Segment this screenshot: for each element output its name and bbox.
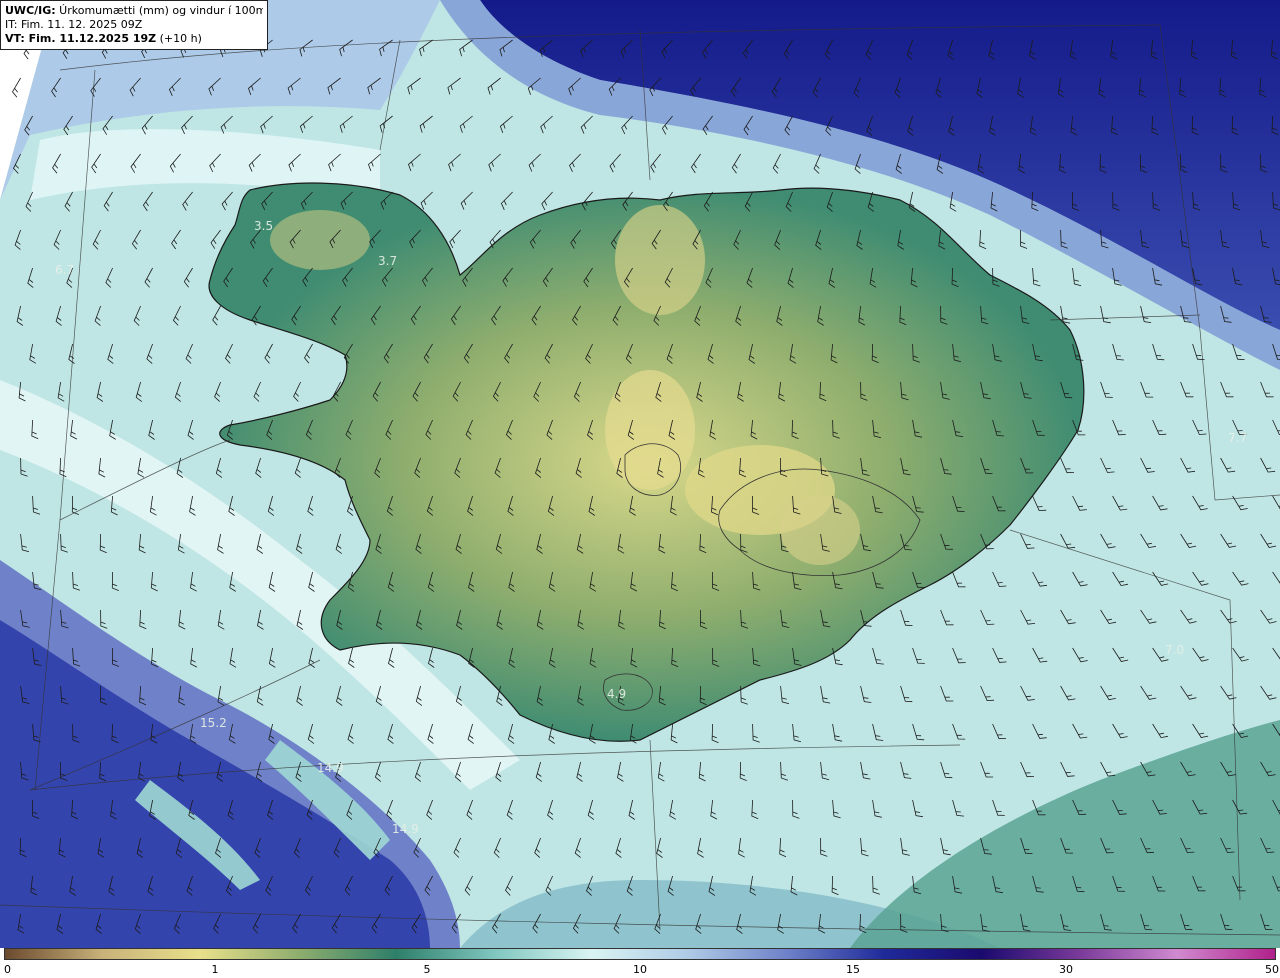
initial-time: IT: Fim. 11. 12. 2025 09Z bbox=[5, 18, 143, 31]
colorbar-label: 30 bbox=[1059, 963, 1073, 976]
value-label: 14.9 bbox=[317, 761, 344, 775]
colorbar: 0 1 5 10 15 30 50 bbox=[0, 948, 1280, 978]
value-label: 3.5 bbox=[254, 219, 273, 233]
highland-yellow-3 bbox=[615, 205, 705, 315]
value-label: 6.7 bbox=[55, 263, 74, 277]
value-label: 7.7 bbox=[1228, 431, 1247, 445]
map-title: UWC/IG: Úrkomumætti (mm) og vindur í 100… bbox=[5, 4, 263, 17]
colorbar-label: 50 bbox=[1265, 963, 1279, 976]
map-canvas: 3.5 3.7 6.7 4.9 15.2 14.9 14.9 7.0 7.7 bbox=[0, 0, 1280, 948]
colorbar-label: 0 bbox=[4, 963, 11, 976]
value-label: 3.7 bbox=[378, 254, 397, 268]
colorbar-label: 10 bbox=[633, 963, 647, 976]
colorbar-gradient bbox=[4, 948, 1276, 960]
colorbar-label: 1 bbox=[211, 963, 219, 976]
colorbar-label: 15 bbox=[846, 963, 860, 976]
value-label: 4.9 bbox=[607, 687, 626, 701]
colorbar-label: 5 bbox=[423, 963, 431, 976]
valid-time: VT: Fim. 11.12.2025 19Z (+10 h) bbox=[5, 32, 202, 45]
highland-yellow-5 bbox=[780, 495, 860, 565]
highland-yellow-4 bbox=[270, 210, 370, 270]
value-label: 15.2 bbox=[200, 716, 227, 730]
value-label: 14.9 bbox=[392, 822, 419, 836]
value-label: 7.0 bbox=[1165, 643, 1184, 657]
info-box: UWC/IG: Úrkomumætti (mm) og vindur í 100… bbox=[0, 0, 268, 50]
precipitation-map: 3.5 3.7 6.7 4.9 15.2 14.9 14.9 7.0 7.7 bbox=[0, 0, 1280, 948]
